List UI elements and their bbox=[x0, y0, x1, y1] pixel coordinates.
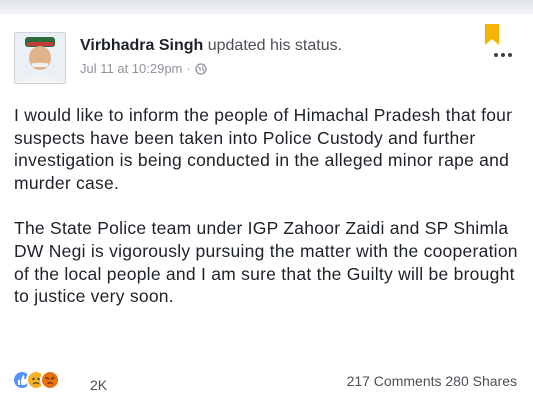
post-paragraph: The State Police team under IGP Zahoor Z… bbox=[14, 218, 518, 307]
post-action: updated his status. bbox=[203, 37, 343, 54]
post-body: I would like to inform the people of Him… bbox=[14, 104, 526, 331]
globe-icon bbox=[195, 62, 207, 75]
reaction-count: 2K bbox=[90, 377, 108, 393]
timestamp[interactable]: Jul 11 at 10:29pm bbox=[80, 61, 182, 76]
engagement-counts: 217 Comments 280 Shares bbox=[347, 373, 517, 389]
post-header: Virbhadra Singh updated his status. bbox=[80, 37, 342, 55]
post-meta: Jul 11 at 10:29pm · bbox=[80, 61, 207, 76]
meta-separator: · bbox=[186, 61, 191, 76]
reactions-summary[interactable]: 2K bbox=[12, 370, 107, 393]
avatar[interactable] bbox=[14, 32, 66, 84]
comments-count[interactable]: 217 Comments bbox=[347, 373, 442, 389]
author-name[interactable]: Virbhadra Singh bbox=[80, 37, 203, 54]
angry-icon bbox=[40, 370, 60, 390]
top-strip bbox=[0, 0, 533, 14]
shares-count[interactable]: 280 Shares bbox=[445, 373, 517, 389]
post-footer: 2K 217 Comments 280 Shares bbox=[0, 366, 533, 400]
status-post-card: Virbhadra Singh updated his status. Jul … bbox=[0, 14, 533, 400]
bookmark-icon[interactable] bbox=[483, 24, 501, 46]
post-paragraph: I would like to inform the people of Him… bbox=[14, 105, 513, 193]
more-options-icon[interactable] bbox=[494, 50, 518, 60]
